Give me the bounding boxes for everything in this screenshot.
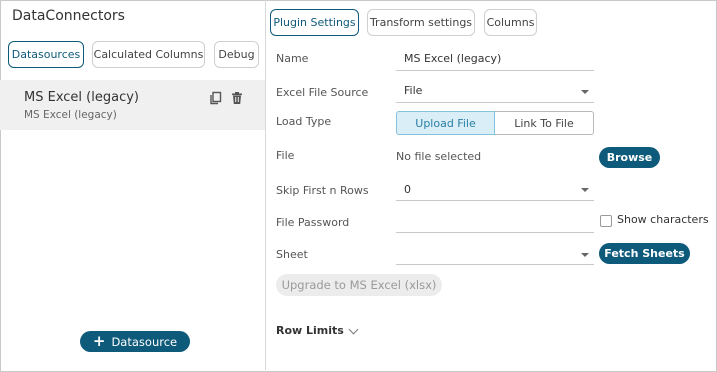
name-label: Name [276,52,309,65]
datasource-name: MS Excel (legacy) [24,90,139,105]
tab-debug[interactable]: Debug [214,41,259,68]
sheet-underline [396,264,594,265]
show-characters-label: Show characters [617,213,709,226]
password-underline [396,232,594,233]
file-status: No file selected [396,150,482,163]
datasource-list-item[interactable]: MS Excel (legacy) MS Excel (legacy) [0,80,265,130]
sheet-label: Sheet [276,248,308,261]
name-underline [396,70,594,71]
chevron-down-icon [581,253,589,257]
load-type-label: Load Type [276,115,332,128]
excel-source-select[interactable]: File [404,84,422,97]
chevron-down-icon [581,90,589,94]
show-characters-checkbox[interactable] [600,215,612,227]
tab-datasources[interactable]: Datasources [8,41,84,68]
link-to-file-option[interactable]: Link To File [495,111,594,135]
add-datasource-label: Datasource [111,334,178,349]
skip-rows-select[interactable]: 0 [404,183,411,196]
settings-panel: Plugin Settings Transform settings Colum… [266,0,715,370]
chevron-down-icon [581,188,589,192]
skip-rows-underline [396,200,594,201]
fetch-sheets-button[interactable]: Fetch Sheets [599,243,690,264]
row-limits-label[interactable]: Row Limits [276,324,344,337]
file-label: File [276,149,295,162]
excel-source-underline [396,102,594,103]
plus-icon: + [92,332,106,350]
copy-icon[interactable] [209,90,223,105]
add-datasource-button[interactable]: + Datasource [80,331,190,352]
tab-plugin-settings[interactable]: Plugin Settings [270,9,359,36]
datasource-subtitle: MS Excel (legacy) [24,109,117,121]
tab-calculated-columns[interactable]: Calculated Columns [92,41,205,68]
chevron-down-icon[interactable] [348,324,359,335]
upgrade-button: Upgrade to MS Excel (xlsx) [276,274,442,296]
tab-transform-settings[interactable]: Transform settings [367,9,475,36]
name-input[interactable]: MS Excel (legacy) [404,52,501,65]
datasource-panel: DataConnectors Datasources Calculated Co… [0,0,266,370]
tab-columns[interactable]: Columns [484,9,537,36]
browse-button[interactable]: Browse [599,147,660,168]
trash-icon[interactable] [230,90,244,104]
upload-file-option[interactable]: Upload File [396,111,495,135]
skip-rows-label: Skip First n Rows [276,184,369,197]
app-title: DataConnectors [12,8,125,24]
excel-source-label: Excel File Source [276,86,369,99]
password-label: File Password [276,216,350,229]
